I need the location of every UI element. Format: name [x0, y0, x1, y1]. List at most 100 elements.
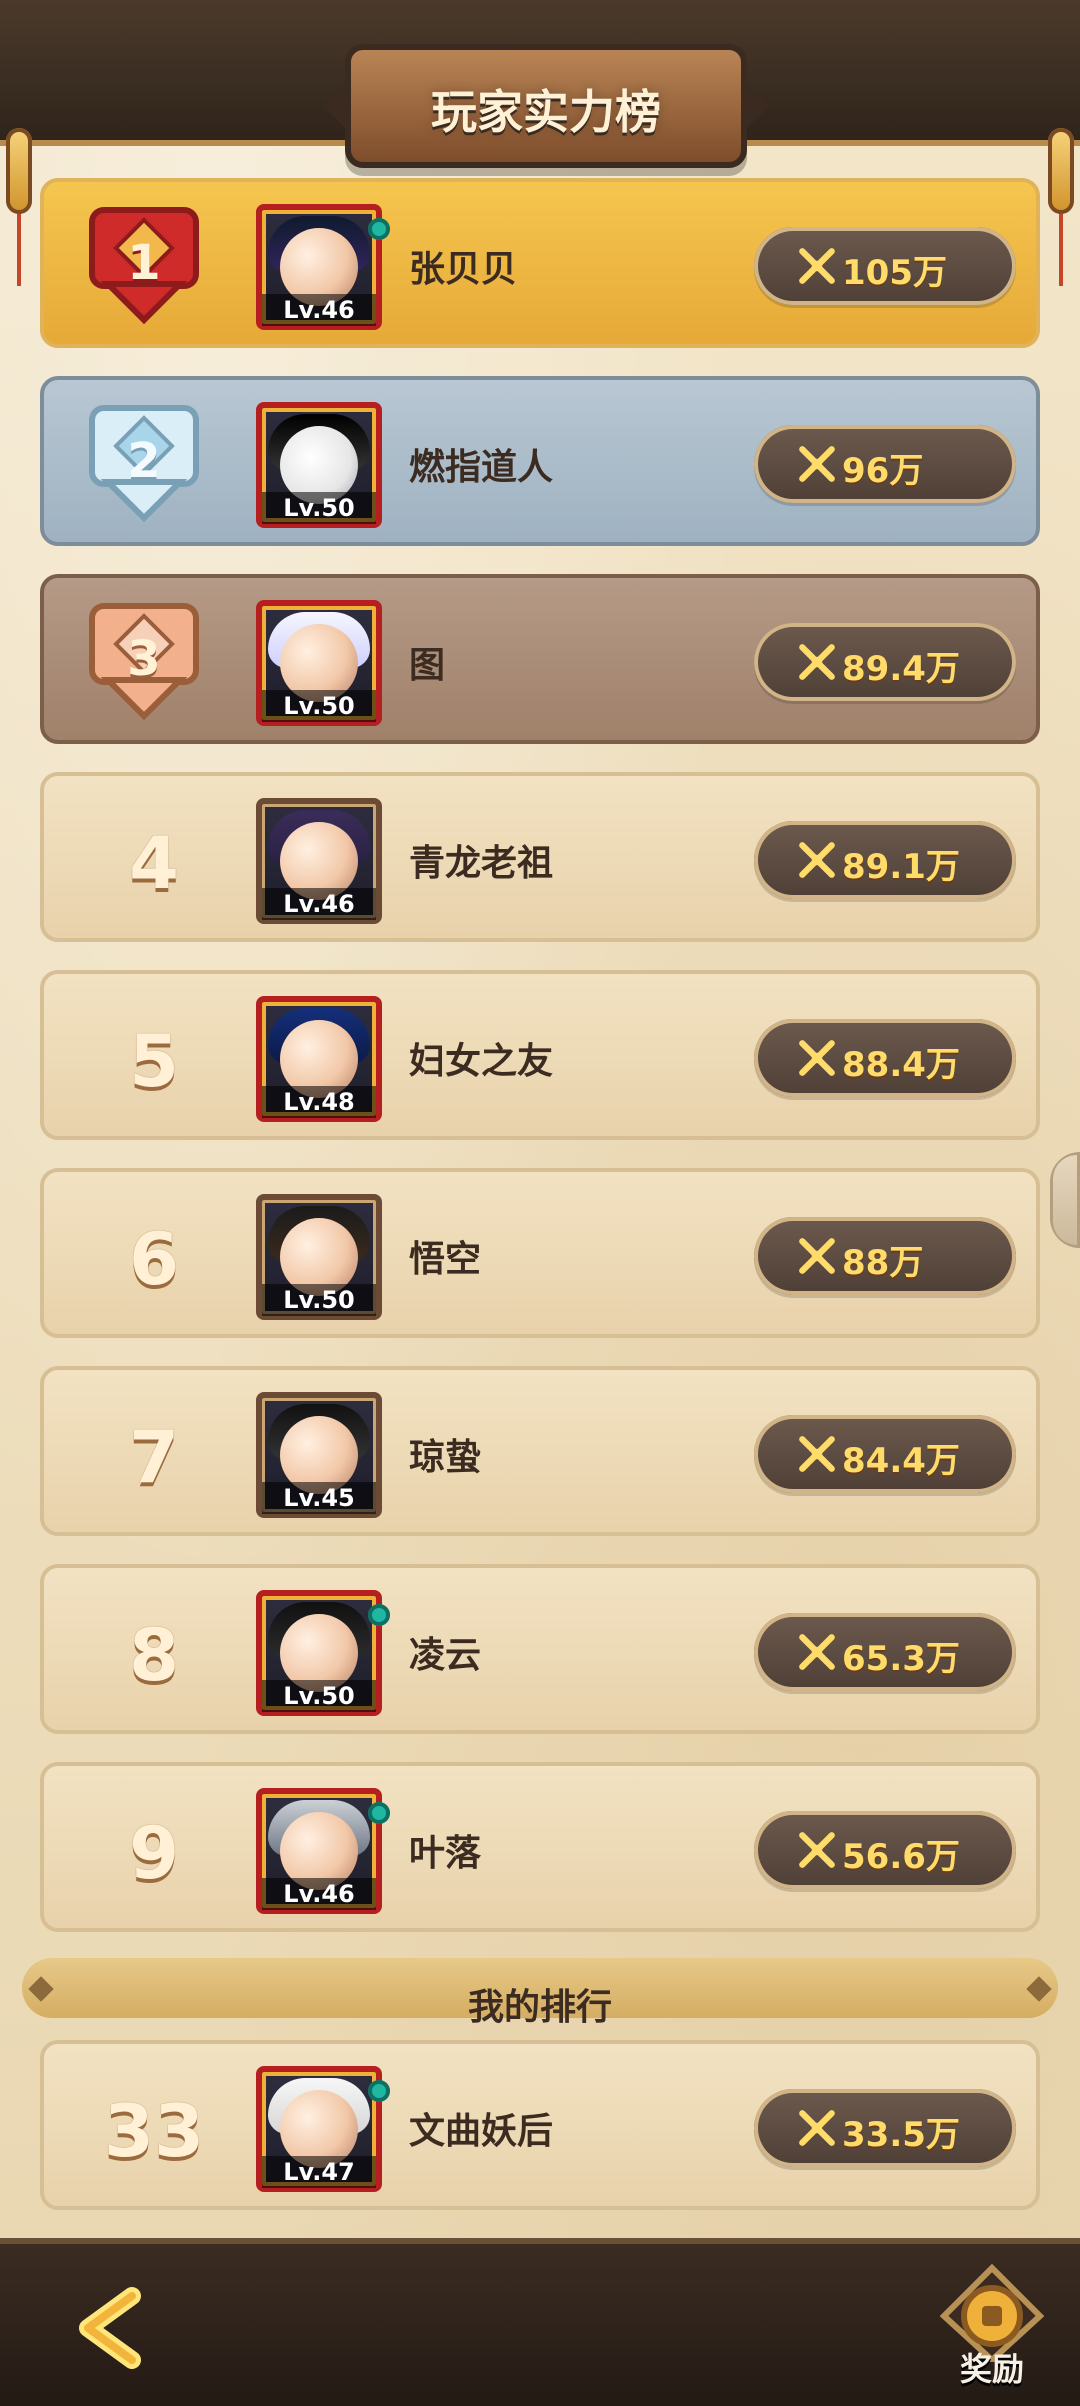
power-value: 105万 [842, 253, 947, 293]
crossed-swords-icon [799, 2110, 835, 2146]
my-rank-section-header: 我的排行 [0, 1950, 1080, 2028]
crossed-swords-icon [799, 1040, 835, 1076]
rank-number: 3 [127, 631, 161, 687]
power-pill: 88万 [754, 1217, 1016, 1295]
power-value: 56.6万 [842, 1837, 960, 1877]
power-value: 84.4万 [842, 1441, 960, 1481]
reward-label: 奖励 [959, 2350, 1024, 2388]
power-value: 88.4万 [842, 1045, 960, 1085]
lantern-right-icon [1048, 128, 1074, 286]
power-pill: 88.4万 [754, 1019, 1016, 1097]
title-plaque: 玩家实力榜 [323, 44, 769, 168]
side-pull-tab[interactable] [1050, 1152, 1080, 1248]
player-name: 燃指道人 [409, 447, 554, 488]
rank-number: 4 [128, 821, 180, 905]
power-value: 89.4万 [842, 649, 960, 689]
rank-number: 9 [128, 1811, 180, 1895]
ranking-row[interactable]: 6 Lv.50 悟空 88万 [40, 1168, 1040, 1338]
crossed-swords-icon [799, 1238, 835, 1274]
player-name: 张贝贝 [409, 249, 518, 290]
my-rank-title: 我的排行 [467, 1987, 612, 2028]
avatar[interactable]: Lv.50 [256, 1590, 390, 1716]
power-pill: 84.4万 [754, 1415, 1016, 1493]
ranking-row[interactable]: 1 Lv.46 张贝贝 105万 [40, 178, 1040, 348]
player-level: Lv.47 [262, 2156, 376, 2188]
ranking-row[interactable]: 3 Lv.50 图 89.4万 [40, 574, 1040, 744]
avatar[interactable]: Lv.46 [256, 798, 382, 924]
ranking-row[interactable]: 8 Lv.50 凌云 65.3万 [40, 1564, 1040, 1734]
rank-3-badge-icon: 3 [84, 596, 204, 724]
power-pill: 105万 [754, 227, 1016, 305]
avatar-sticker-icon [368, 2080, 390, 2102]
player-level: Lv.46 [262, 1878, 376, 1910]
page-title: 玩家实力榜 [431, 85, 661, 139]
ranking-row[interactable]: 2 Lv.50 燃指道人 96万 [40, 376, 1040, 546]
ranking-row[interactable]: 5 Lv.48 妇女之友 88.4万 [40, 970, 1040, 1140]
avatar[interactable]: Lv.46 [256, 1788, 390, 1914]
crossed-swords-icon [799, 446, 835, 482]
player-level: Lv.50 [262, 1680, 376, 1712]
player-name: 凌云 [409, 1635, 482, 1676]
ranking-row[interactable]: 4 Lv.46 青龙老祖 89.1万 [40, 772, 1040, 942]
bottom-bar [0, 2238, 1080, 2406]
power-value: 96万 [842, 451, 924, 491]
avatar[interactable]: Lv.50 [256, 600, 382, 726]
player-level: Lv.46 [262, 888, 376, 920]
player-level: Lv.50 [262, 690, 376, 722]
power-value: 89.1万 [842, 847, 960, 887]
avatar[interactable]: Lv.48 [256, 996, 382, 1122]
player-level: Lv.50 [262, 492, 376, 524]
reward-button[interactable]: 奖励 [936, 2262, 1048, 2390]
rank-number: 5 [128, 1019, 180, 1103]
player-level: Lv.46 [262, 294, 376, 326]
power-value: 65.3万 [842, 1639, 960, 1679]
player-name: 文曲妖后 [409, 2111, 554, 2152]
rank-number: 8 [128, 1613, 180, 1697]
crossed-swords-icon [799, 1832, 835, 1868]
avatar[interactable]: Lv.50 [256, 1194, 382, 1320]
avatar[interactable]: Lv.45 [256, 1392, 382, 1518]
crossed-swords-icon [799, 842, 835, 878]
power-value: 88万 [842, 1243, 924, 1283]
crossed-swords-icon [799, 644, 835, 680]
my-avatar[interactable]: Lv.47 [256, 2066, 390, 2192]
power-pill: 65.3万 [754, 1613, 1016, 1691]
power-value: 33.5万 [842, 2115, 960, 2155]
avatar-sticker-icon [368, 1604, 390, 1626]
lantern-left-icon [6, 128, 32, 286]
avatar[interactable]: Lv.50 [256, 402, 382, 528]
player-level: Lv.45 [262, 1482, 376, 1514]
player-name: 琼蛰 [409, 1437, 482, 1478]
player-level: Lv.48 [262, 1086, 376, 1118]
player-name: 青龙老祖 [409, 843, 554, 884]
player-name: 图 [409, 645, 446, 686]
rank-1-badge-icon: 1 [84, 200, 204, 328]
power-pill: 89.4万 [754, 623, 1016, 701]
rank-number: 2 [127, 433, 161, 489]
power-pill: 33.5万 [754, 2089, 1016, 2167]
power-pill: 56.6万 [754, 1811, 1016, 1889]
back-button[interactable] [62, 2282, 154, 2374]
crossed-swords-icon [799, 1634, 835, 1670]
ranking-row[interactable]: 9 Lv.46 叶落 56.6万 [40, 1762, 1040, 1932]
my-rank-divider: 我的排行 [22, 1958, 1058, 2028]
avatar-sticker-icon [368, 218, 390, 240]
player-name: 叶落 [409, 1833, 482, 1874]
rank-2-badge-icon: 2 [84, 398, 204, 526]
player-level: Lv.50 [262, 1284, 376, 1316]
back-arrow-icon [79, 2287, 141, 2369]
power-pill: 89.1万 [754, 821, 1016, 899]
ranking-row[interactable]: 7 Lv.45 琼蛰 84.4万 [40, 1366, 1040, 1536]
rank-number: 1 [127, 235, 161, 291]
power-pill: 96万 [754, 425, 1016, 503]
rank-number: 6 [128, 1217, 180, 1301]
player-name: 妇女之友 [409, 1041, 554, 1082]
crossed-swords-icon [799, 248, 835, 284]
my-ranking-row[interactable]: 33 Lv.47 文曲妖后 33.5万 [40, 2040, 1040, 2210]
player-name: 悟空 [409, 1239, 482, 1280]
avatar-sticker-icon [368, 1802, 390, 1824]
avatar[interactable]: Lv.46 [256, 204, 390, 330]
crossed-swords-icon [799, 1436, 835, 1472]
rank-number: 7 [128, 1415, 180, 1499]
my-rank-number: 33 [103, 2089, 205, 2173]
